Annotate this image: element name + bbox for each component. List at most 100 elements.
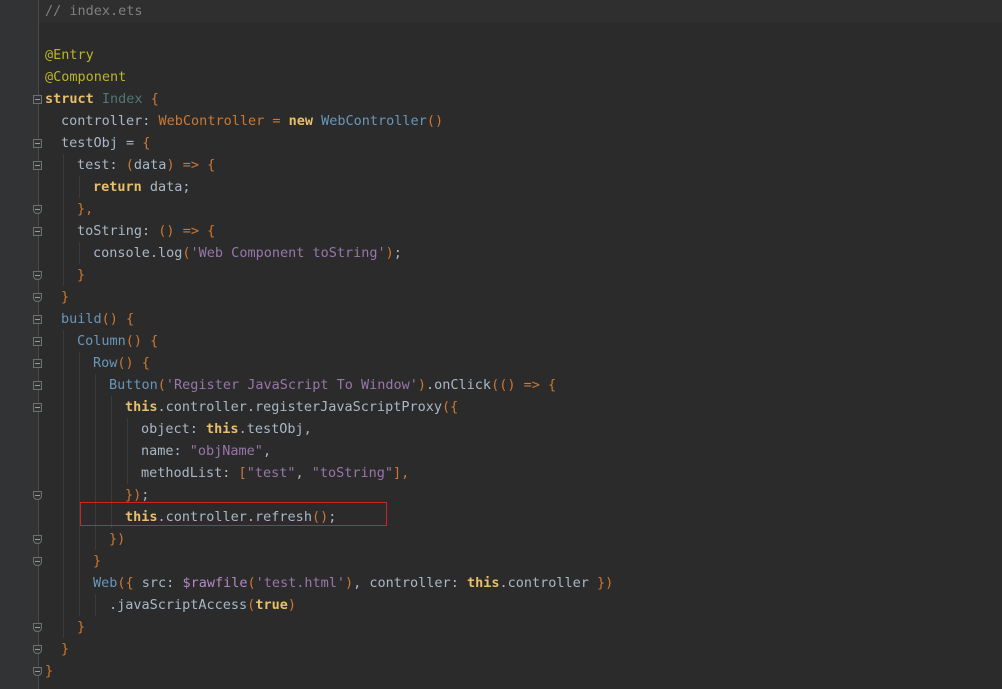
- code-line[interactable]: // index.ets: [45, 0, 995, 22]
- code-line[interactable]: return data;: [45, 176, 995, 198]
- code-line[interactable]: Button('Register JavaScript To Window').…: [45, 374, 995, 396]
- code-line[interactable]: Row() {: [45, 352, 995, 374]
- code-token: :: [189, 421, 207, 437]
- code-line-content: this.controller.registerJavaScriptProxy(…: [45, 399, 458, 415]
- code-line-content: }: [45, 553, 101, 569]
- fold-collapse-icon[interactable]: [33, 95, 42, 104]
- fold-collapse-icon[interactable]: [33, 381, 42, 390]
- fold-collapse-icon[interactable]: [33, 161, 42, 170]
- code-token: "test": [246, 465, 296, 481]
- code-line[interactable]: this.controller.registerJavaScriptProxy(…: [45, 396, 995, 418]
- code-line[interactable]: console.log('Web Component toString');: [45, 242, 995, 264]
- code-line[interactable]: build() {: [45, 308, 995, 330]
- code-line-content: test: (data) => {: [45, 157, 215, 173]
- code-token: new: [288, 113, 313, 129]
- fold-end-icon[interactable]: [33, 271, 42, 280]
- code-token: Column: [77, 333, 126, 349]
- code-token: ): [345, 575, 354, 591]
- code-line[interactable]: toString: () => {: [45, 220, 995, 242]
- code-line[interactable]: @Component: [45, 66, 995, 88]
- code-token: controller: [61, 113, 143, 129]
- code-token: {: [547, 377, 557, 393]
- code-token: object: [141, 421, 190, 437]
- code-line[interactable]: .javaScriptAccess(true): [45, 594, 995, 616]
- fold-collapse-icon[interactable]: [33, 359, 42, 368]
- fold-end-icon[interactable]: [33, 205, 42, 214]
- code-line[interactable]: controller: WebController = new WebContr…: [45, 110, 995, 132]
- code-token: WebController: [321, 113, 427, 129]
- code-token: ((): [491, 377, 516, 393]
- code-line-content: Column() {: [45, 333, 158, 349]
- code-token: ;: [393, 245, 402, 261]
- fold-end-icon[interactable]: [33, 535, 42, 544]
- code-line[interactable]: }): [45, 528, 995, 550]
- code-token: 'Register JavaScript To Window': [165, 377, 418, 393]
- code-line[interactable]: [45, 22, 995, 44]
- code-line[interactable]: struct Index {: [45, 88, 995, 110]
- code-token: ): [166, 157, 175, 173]
- code-line[interactable]: }: [45, 264, 995, 286]
- code-line[interactable]: }: [45, 660, 995, 682]
- code-line-content: @Component: [45, 69, 126, 85]
- code-line[interactable]: }: [45, 638, 995, 660]
- code-token: .controller: [499, 575, 598, 591]
- code-token: Row: [93, 355, 118, 371]
- code-line[interactable]: testObj = {: [45, 132, 995, 154]
- fold-end-icon[interactable]: [33, 667, 42, 676]
- code-token: (: [157, 377, 166, 393]
- code-line-content: }: [45, 289, 69, 305]
- code-token: true: [255, 597, 288, 613]
- code-line-content: }: [45, 663, 53, 679]
- fold-collapse-icon[interactable]: [33, 403, 42, 412]
- code-token: (): [125, 333, 143, 349]
- code-token: {: [142, 135, 151, 151]
- code-token: :: [109, 157, 126, 173]
- code-line[interactable]: },: [45, 198, 995, 220]
- fold-end-icon[interactable]: [33, 645, 42, 654]
- fold-end-icon[interactable]: [33, 623, 42, 632]
- code-token: }: [77, 619, 86, 635]
- code-line[interactable]: @Entry: [45, 44, 995, 66]
- code-token: =>: [174, 223, 208, 239]
- fold-collapse-icon[interactable]: [33, 139, 42, 148]
- code-token: Web: [93, 575, 118, 591]
- code-line-content: build() {: [45, 311, 134, 327]
- code-line[interactable]: test: (data) => {: [45, 154, 995, 176]
- code-token: :: [142, 113, 159, 129]
- code-line[interactable]: }: [45, 616, 995, 638]
- code-line-content: }: [45, 619, 85, 635]
- code-line[interactable]: object: this.testObj,: [45, 418, 995, 440]
- code-token: ,: [262, 443, 272, 459]
- code-token: ): [287, 597, 296, 613]
- code-line[interactable]: Column() {: [45, 330, 995, 352]
- code-line[interactable]: name: "objName",: [45, 440, 995, 462]
- fold-collapse-icon[interactable]: [33, 227, 42, 236]
- code-token: {: [207, 157, 216, 173]
- code-editor[interactable]: // index.ets @Entry @Component struct Index…: [0, 0, 1002, 689]
- code-line-content: name: "objName",: [45, 443, 271, 459]
- code-token: @Component: [45, 69, 127, 85]
- fold-collapse-icon[interactable]: [33, 337, 42, 346]
- code-token: console.log: [93, 245, 183, 261]
- code-token: {: [133, 355, 150, 371]
- code-token: , controller:: [353, 575, 467, 591]
- code-line[interactable]: Web({ src: $rawfile('test.html'), contro…: [45, 572, 995, 594]
- fold-end-icon[interactable]: [33, 557, 42, 566]
- code-line[interactable]: }: [45, 550, 995, 572]
- fold-collapse-icon[interactable]: [33, 315, 42, 324]
- code-token: (: [247, 575, 256, 591]
- fold-end-icon[interactable]: [33, 491, 42, 500]
- code-token: =>: [174, 157, 208, 173]
- code-line[interactable]: methodList: ["test", "toString"],: [45, 462, 995, 484]
- code-token: {: [142, 91, 159, 107]
- code-token: this: [206, 421, 239, 437]
- code-area[interactable]: // index.ets @Entry @Component struct Index…: [45, 0, 995, 682]
- code-line-content: .javaScriptAccess(true): [45, 597, 296, 613]
- highlight-annotation-box: [80, 502, 387, 526]
- code-token: (: [182, 245, 191, 261]
- fold-end-icon[interactable]: [33, 293, 42, 302]
- code-token: ({: [442, 399, 459, 415]
- code-line-content: console.log('Web Component toString');: [45, 245, 402, 261]
- code-line[interactable]: }: [45, 286, 995, 308]
